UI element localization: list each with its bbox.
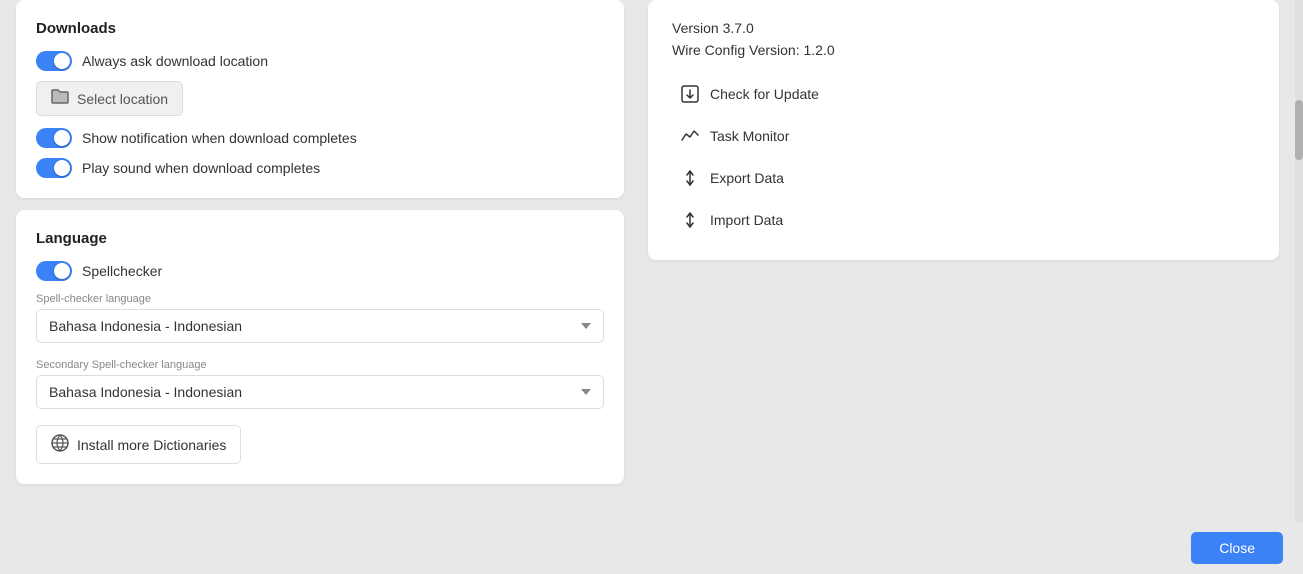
select-location-label: Select location (77, 91, 168, 107)
always-ask-slider (36, 51, 72, 71)
always-ask-row: Always ask download location (36, 51, 604, 71)
install-dictionaries-label: Install more Dictionaries (77, 437, 226, 453)
scrollbar-thumb[interactable] (1295, 100, 1303, 160)
task-monitor-icon (680, 126, 700, 146)
spell-checker-language-label: Spell-checker language (36, 293, 604, 305)
always-ask-toggle[interactable] (36, 51, 72, 71)
export-data-item[interactable]: Export Data (672, 158, 1255, 198)
check-for-update-item[interactable]: Check for Update (672, 74, 1255, 114)
scrollbar-track[interactable] (1295, 0, 1303, 522)
play-sound-label: Play sound when download completes (82, 160, 320, 176)
wire-config-text: Wire Config Version: 1.2.0 (672, 42, 1255, 58)
check-for-update-label: Check for Update (710, 86, 819, 102)
import-icon (680, 210, 700, 230)
folder-icon (51, 88, 69, 109)
export-data-label: Export Data (710, 170, 784, 186)
install-dictionaries-button[interactable]: Install more Dictionaries (36, 425, 241, 464)
secondary-language-container: Secondary Spell-checker language Bahasa … (36, 359, 604, 409)
select-location-button[interactable]: Select location (36, 81, 183, 116)
task-monitor-label: Task Monitor (710, 128, 789, 144)
downloads-title: Downloads (36, 20, 604, 37)
update-icon (680, 84, 700, 104)
show-notification-label: Show notification when download complete… (82, 130, 357, 146)
spellchecker-toggle[interactable] (36, 261, 72, 281)
secondary-language-select[interactable]: Bahasa Indonesia - Indonesian (36, 375, 604, 409)
version-text: Version 3.7.0 (672, 20, 1255, 36)
action-list: Check for Update Task Monitor (672, 74, 1255, 240)
bottom-bar: Close (0, 522, 1303, 574)
downloads-card: Downloads Always ask download location S… (16, 0, 624, 198)
show-notification-toggle[interactable] (36, 128, 72, 148)
show-notification-slider (36, 128, 72, 148)
export-icon (680, 168, 700, 188)
outer-right: Version 3.7.0 Wire Config Version: 1.2.0… (640, 0, 1303, 522)
globe-icon (51, 434, 69, 455)
spell-checker-language-container: Spell-checker language Bahasa Indonesia … (36, 293, 604, 343)
spellchecker-slider (36, 261, 72, 281)
secondary-language-label: Secondary Spell-checker language (36, 359, 604, 371)
import-data-label: Import Data (710, 212, 783, 228)
spell-checker-language-select[interactable]: Bahasa Indonesia - Indonesian (36, 309, 604, 343)
import-data-item[interactable]: Import Data (672, 200, 1255, 240)
right-panel: Version 3.7.0 Wire Config Version: 1.2.0… (640, 0, 1295, 522)
play-sound-slider (36, 158, 72, 178)
show-notification-row: Show notification when download complete… (36, 128, 604, 148)
play-sound-row: Play sound when download completes (36, 158, 604, 178)
close-button[interactable]: Close (1191, 532, 1283, 564)
spellchecker-label: Spellchecker (82, 263, 162, 279)
always-ask-label: Always ask download location (82, 53, 268, 69)
language-card: Language Spellchecker Spell-checker lang… (16, 210, 624, 484)
spellchecker-row: Spellchecker (36, 261, 604, 281)
task-monitor-item[interactable]: Task Monitor (672, 116, 1255, 156)
left-panel: Downloads Always ask download location S… (0, 0, 640, 522)
play-sound-toggle[interactable] (36, 158, 72, 178)
info-card: Version 3.7.0 Wire Config Version: 1.2.0… (648, 0, 1279, 260)
language-title: Language (36, 230, 604, 247)
